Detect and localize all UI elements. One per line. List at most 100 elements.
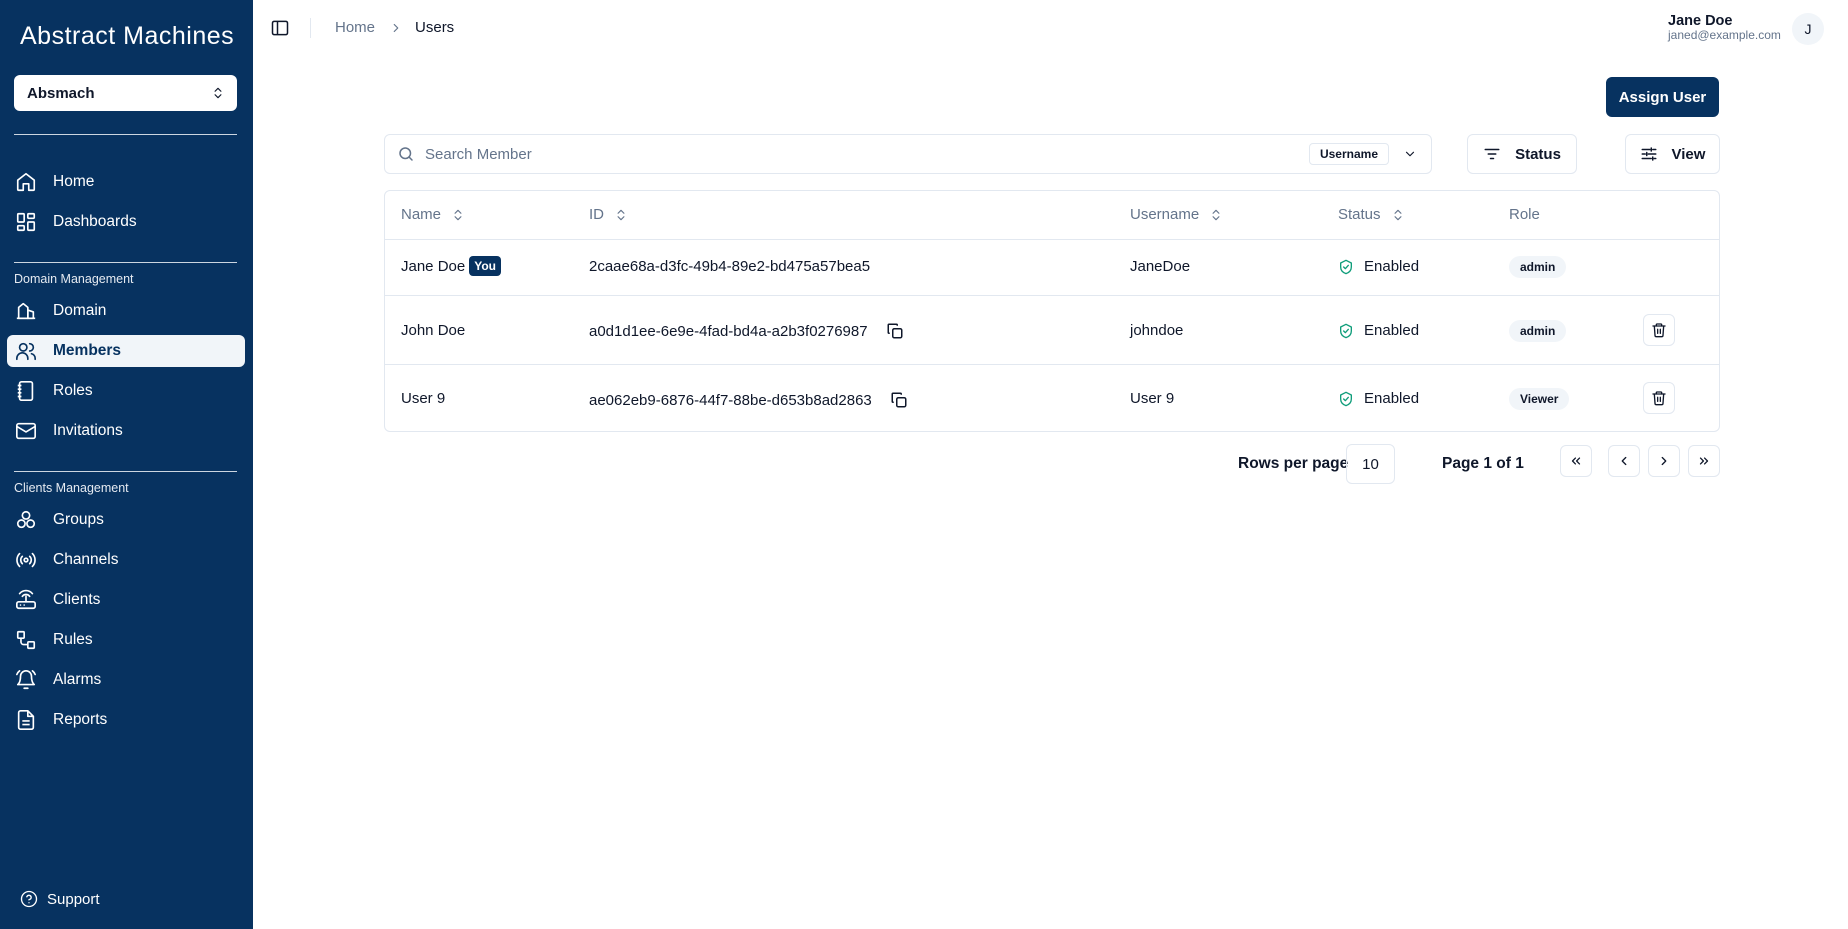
member-name: John Doe: [401, 322, 466, 339]
column-header-label: Role: [1509, 206, 1540, 223]
column-header-label: ID: [589, 206, 604, 223]
table-row[interactable]: User 9 ae062eb9-6876-44f7-88be-d653b8ad2…: [385, 365, 1719, 433]
sidebar-item-channels[interactable]: Channels: [7, 544, 245, 576]
sidebar-item-roles[interactable]: Roles: [7, 375, 245, 407]
section-label-clients: Clients Management: [14, 481, 129, 495]
cell-username: JaneDoe: [1130, 258, 1191, 275]
sidebar-item-label: Invitations: [53, 422, 123, 439]
column-header-username[interactable]: Username: [1130, 206, 1223, 223]
sliders-icon: [1640, 145, 1658, 163]
member-name: Jane Doe: [401, 257, 466, 275]
shield-check-icon: [1338, 259, 1354, 275]
cell-status: Enabled: [1338, 390, 1419, 407]
sidebar: Abstract Machines Absmach Home Dashboard…: [0, 0, 253, 929]
chevron-right-icon: [1657, 454, 1671, 468]
cell-id: 2caae68a-d3fc-49b4-89e2-bd475a57bea5: [589, 258, 870, 275]
cell-role: admin: [1509, 256, 1567, 278]
chevrons-right-icon: [1697, 454, 1711, 468]
app-logo[interactable]: Abstract Machines: [20, 22, 234, 51]
cell-status: Enabled: [1338, 322, 1419, 339]
next-page-button[interactable]: [1648, 445, 1680, 477]
column-header-id[interactable]: ID: [589, 206, 628, 223]
search-input[interactable]: [425, 136, 1309, 172]
sidebar-item-rules[interactable]: Rules: [7, 624, 245, 656]
table-row[interactable]: John Doe a0d1d1ee-6e9e-4fad-bd4a-a2b3f02…: [385, 296, 1719, 365]
chevron-left-icon: [1617, 454, 1631, 468]
sidebar-item-groups[interactable]: Groups: [7, 504, 245, 536]
sidebar-item-label: Clients: [53, 591, 101, 608]
assign-user-button[interactable]: Assign User: [1606, 77, 1719, 117]
role-badge: admin: [1509, 320, 1567, 342]
sidebar-item-label: Rules: [53, 631, 93, 648]
rows-per-page-select[interactable]: 10: [1346, 444, 1395, 484]
user-menu[interactable]: Jane Doe janed@example.com: [1668, 13, 1781, 42]
delete-member-button[interactable]: [1643, 382, 1675, 414]
header-divider: [310, 18, 311, 38]
cell-name: John Doe: [401, 322, 465, 339]
sidebar-item-members[interactable]: Members: [7, 335, 245, 367]
search-icon: [397, 145, 415, 163]
user-name: Jane Doe: [1668, 13, 1733, 29]
dashboard-icon: [15, 211, 37, 233]
search-field-select[interactable]: Username: [1308, 143, 1423, 165]
breadcrumb-current: Users: [415, 19, 455, 36]
delete-member-button[interactable]: [1643, 314, 1675, 346]
first-page-button[interactable]: [1560, 445, 1592, 477]
avatar[interactable]: J: [1792, 13, 1824, 45]
panel-left-icon: [270, 18, 290, 38]
copy-icon[interactable]: [886, 322, 904, 340]
support-link[interactable]: Support: [20, 890, 100, 908]
view-options-button[interactable]: View: [1625, 134, 1720, 174]
filter-icon: [1483, 145, 1501, 163]
column-header-label: Status: [1338, 206, 1381, 223]
cell-username: johndoe: [1130, 322, 1184, 339]
home-icon: [15, 171, 37, 193]
rows-per-page-label: Rows per page: [1238, 455, 1349, 472]
last-page-button[interactable]: [1688, 445, 1720, 477]
org-switcher[interactable]: Absmach: [14, 75, 237, 111]
column-header-name[interactable]: Name: [401, 206, 465, 223]
sidebar-divider: [14, 262, 237, 263]
cell-id: ae062eb9-6876-44f7-88be-d653b8ad2863: [589, 391, 908, 409]
previous-page-button[interactable]: [1608, 445, 1640, 477]
status-filter-label: Status: [1515, 145, 1561, 163]
status-text: Enabled: [1364, 390, 1420, 407]
sidebar-item-dashboards[interactable]: Dashboards: [7, 206, 245, 238]
sidebar-item-domain[interactable]: Domain: [7, 295, 245, 327]
sort-icon: [614, 208, 628, 222]
cell-name: Jane Doe You: [401, 256, 501, 276]
member-id: a0d1d1ee-6e9e-4fad-bd4a-a2b3f0276987: [589, 322, 868, 340]
breadcrumb-home-link[interactable]: Home: [335, 19, 375, 36]
column-header-status[interactable]: Status: [1338, 206, 1405, 223]
sidebar-item-reports[interactable]: Reports: [7, 704, 245, 736]
mail-icon: [15, 420, 37, 442]
groups-icon: [15, 509, 37, 531]
sidebar-item-clients[interactable]: Clients: [7, 584, 245, 616]
sidebar-item-home[interactable]: Home: [7, 166, 245, 198]
sidebar-item-label: Roles: [53, 382, 93, 399]
shield-check-icon: [1338, 391, 1354, 407]
table-row[interactable]: Jane Doe You 2caae68a-d3fc-49b4-89e2-bd4…: [385, 240, 1719, 296]
sidebar-item-label: Groups: [53, 511, 104, 528]
reports-icon: [15, 709, 37, 731]
sidebar-item-alarms[interactable]: Alarms: [7, 664, 245, 696]
members-table: Name ID Username Status Role Jane Doe Yo…: [384, 190, 1720, 432]
shield-check-icon: [1338, 323, 1354, 339]
chevron-right-icon: [389, 21, 403, 35]
chevron-down-icon: [1403, 147, 1417, 161]
page-indicator: Page 1 of 1: [1442, 455, 1524, 472]
sidebar-item-label: Dashboards: [53, 213, 137, 230]
sidebar-toggle-button[interactable]: [270, 18, 290, 38]
status-text: Enabled: [1364, 322, 1420, 339]
org-switcher-value: Absmach: [27, 84, 95, 102]
copy-icon[interactable]: [890, 391, 908, 409]
cell-role: Viewer: [1509, 388, 1570, 410]
cell-name: User 9: [401, 390, 445, 407]
status-filter-button[interactable]: Status: [1467, 134, 1577, 174]
sidebar-item-label: Home: [53, 173, 95, 190]
sidebar-item-invitations[interactable]: Invitations: [7, 415, 245, 447]
help-circle-icon: [20, 890, 38, 908]
you-badge: You: [469, 256, 501, 276]
sidebar-item-label: Channels: [53, 551, 119, 568]
alarm-icon: [15, 669, 37, 691]
